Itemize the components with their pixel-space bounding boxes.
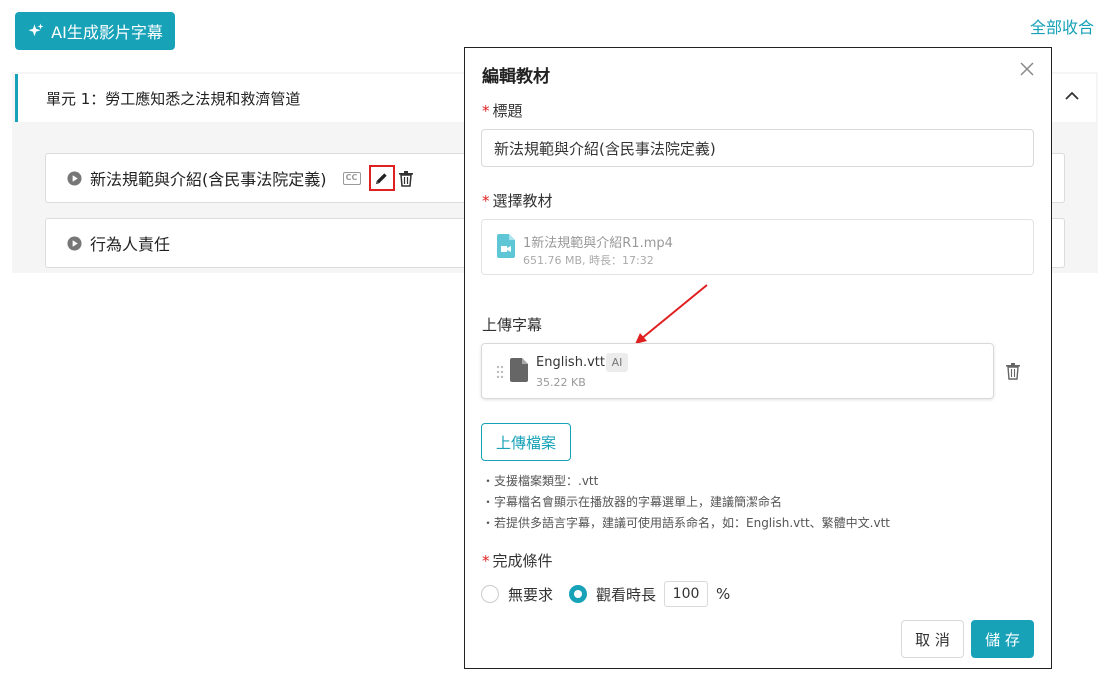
radio-watch-duration-label[interactable]: 觀看時長 [596,584,656,605]
save-button[interactable]: 儲 存 [971,620,1034,658]
ai-generate-label: AI生成影片字幕 [51,23,163,42]
completion-label-text: 完成條件 [492,552,553,570]
upload-file-button[interactable]: 上傳檔案 [481,423,571,461]
subtitle-file-name: English.vtt [536,355,605,370]
title-input[interactable]: 新法規範與介紹(含民事法院定義) [481,129,1034,167]
ai-badge: AI [606,353,628,372]
material-label-text: 選擇教材 [492,192,553,210]
subtitle-file-size: 35.22 KB [536,376,586,389]
drag-handle-icon[interactable] [496,365,504,379]
ai-generate-subtitles-button[interactable]: AI生成影片字幕 [15,12,175,50]
lesson-title: 新法規範與介紹(含民事法院定義) [90,170,327,189]
dialog-title: 編輯教材 [482,67,550,87]
material-file-meta: 651.76 MB, 時長：17:32 [523,254,654,267]
play-circle-icon [67,235,82,251]
cancel-button[interactable]: 取 消 [901,620,964,658]
chevron-up-icon[interactable] [1064,88,1080,104]
required-mark: * [482,552,490,570]
trash-icon[interactable] [1005,362,1021,380]
video-file-icon [497,234,515,258]
completion-options: 無要求 觀看時長 100 % [481,581,730,607]
subtitle-file-item[interactable]: English.vtt AI 35.22 KB [481,343,994,399]
material-file-name: 1新法規範與介紹R1.mp4 [523,236,673,251]
radio-no-requirement-label[interactable]: 無要求 [508,584,553,605]
file-icon [510,358,528,382]
watch-percent-input[interactable]: 100 [664,581,709,607]
hint-line: ・字幕檔名會顯示在播放器的字幕選單上，建議簡潔命名 [482,495,783,509]
required-mark: * [482,192,490,210]
required-mark: * [482,102,490,120]
lesson-title: 行為人責任 [90,235,171,254]
upload-hints: ・支援檔案類型：.vtt ・字幕檔名會顯示在播放器的字幕選單上，建議簡潔命名 ・… [482,471,890,534]
play-circle-icon [67,170,82,186]
edit-lesson-button[interactable] [368,165,395,191]
hint-line: ・若提供多語言字幕，建議可使用語系命名，如：English.vtt、繁體中文.v… [482,516,890,530]
cc-icon[interactable]: CC [342,171,361,185]
sparkle-icon [28,23,44,37]
radio-watch-duration[interactable] [569,585,588,603]
title-label-text: 標題 [492,102,523,120]
trash-icon[interactable] [398,170,414,187]
collapse-all-link[interactable]: 全部收合 [1030,14,1094,38]
hint-line: ・支援檔案類型：.vtt [482,474,599,488]
edit-material-dialog: 編輯教材 * 標題 新法規範與介紹(含民事法院定義) * 選擇教材 1新法規範與介紹… [464,47,1052,669]
material-field-label: * 選擇教材 [482,190,553,211]
pencil-icon [375,172,387,184]
title-field-label: * 標題 [482,100,523,121]
material-file-box[interactable]: 1新法規範與介紹R1.mp4 651.76 MB, 時長：17:32 [481,219,1034,275]
unit-title: 單元 1：勞工應知悉之法規和救濟管道 [46,89,301,108]
close-icon[interactable] [1019,61,1035,77]
title-input-value: 新法規範與介紹(含民事法院定義) [494,139,716,158]
percent-unit: % [716,585,731,603]
completion-field-label: * 完成條件 [482,550,553,571]
radio-no-requirement[interactable] [481,585,499,603]
subtitle-field-label: 上傳字幕 [482,316,543,334]
